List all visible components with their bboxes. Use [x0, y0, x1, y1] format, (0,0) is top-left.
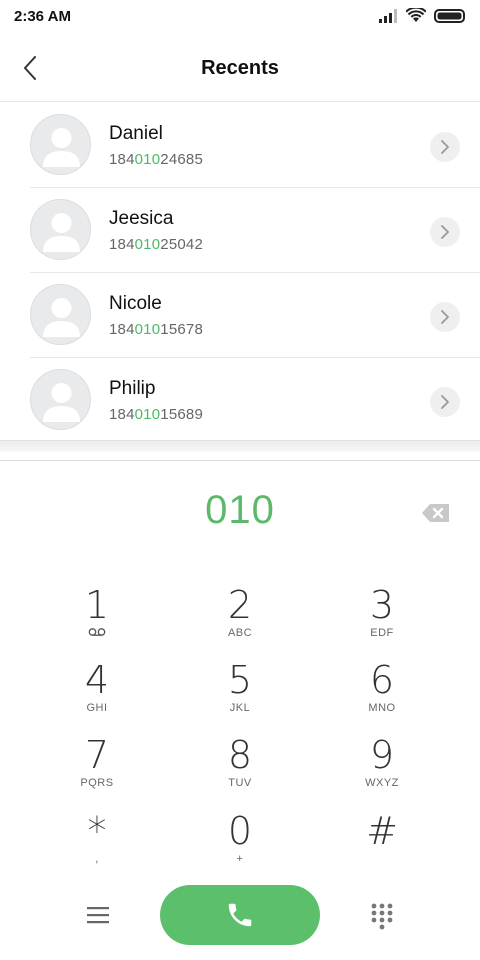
- dialpad-icon: [371, 903, 393, 930]
- phone-icon: [228, 903, 252, 927]
- backspace-icon: [422, 504, 449, 522]
- contact-list: Daniel 18401024685 Jeesica 18401025042 N…: [0, 103, 480, 443]
- number-prefix: 184: [109, 406, 135, 423]
- contact-detail-button[interactable]: [430, 217, 460, 247]
- status-time: 2:36 AM: [14, 8, 71, 25]
- list-item[interactable]: Nicole 18401015678: [30, 273, 480, 358]
- status-bar: 2:36 AM: [0, 0, 480, 34]
- key-digit: 1: [84, 583, 110, 627]
- person-icon: [43, 128, 80, 167]
- number-match: 010: [134, 321, 161, 338]
- signal-icon: [379, 8, 397, 23]
- contact-name: Jeesica: [109, 208, 174, 229]
- key-digit: 5: [227, 658, 253, 702]
- status-icons: [378, 8, 466, 23]
- key-letters: WXYZ: [365, 777, 399, 789]
- key-2[interactable]: 2 ABC: [180, 584, 300, 656]
- key-letters: GHI: [86, 702, 108, 714]
- battery-icon: [434, 8, 465, 23]
- key-digit: 4: [84, 658, 110, 702]
- key-letters: MNO: [368, 702, 396, 714]
- person-icon: [43, 383, 80, 422]
- key-letters: ,: [95, 853, 99, 865]
- chevron-right-icon: [441, 225, 449, 239]
- list-divider-shadow: [0, 440, 480, 452]
- dial-input-display[interactable]: 010: [0, 488, 480, 533]
- voicemail-icon: [88, 628, 106, 636]
- person-icon: [43, 298, 80, 337]
- number-prefix: 184: [109, 151, 135, 168]
- key-letters: [37, 627, 157, 641]
- key-letters: JKL: [229, 702, 251, 714]
- list-item[interactable]: Philip 18401015689: [30, 358, 480, 443]
- list-item[interactable]: Jeesica 18401025042: [30, 188, 480, 273]
- number-suffix: 15689: [160, 406, 203, 423]
- contact-number: 18401015678: [109, 321, 203, 338]
- backspace-button[interactable]: [420, 501, 452, 525]
- avatar: [30, 369, 91, 430]
- contact-number: 18401015689: [109, 406, 203, 423]
- key-letters: PQRS: [80, 777, 114, 789]
- call-button[interactable]: [160, 885, 320, 945]
- key-7[interactable]: 7 PQRS: [37, 734, 157, 806]
- key-letters: ABC: [227, 627, 253, 639]
- key-8[interactable]: 8 TUV: [180, 734, 300, 806]
- avatar: [30, 284, 91, 345]
- contact-detail-button[interactable]: [430, 132, 460, 162]
- number-prefix: 184: [109, 236, 135, 253]
- key-digit: *: [87, 809, 107, 853]
- contact-detail-button[interactable]: [430, 387, 460, 417]
- chevron-right-icon: [441, 140, 449, 154]
- key-digit: 6: [369, 658, 395, 702]
- key-digit: 9: [369, 733, 395, 777]
- key-9[interactable]: 9 WXYZ: [322, 734, 442, 806]
- number-suffix: 24685: [160, 151, 203, 168]
- menu-button[interactable]: [84, 904, 112, 926]
- key-digit: 2: [227, 583, 253, 627]
- avatar: [30, 199, 91, 260]
- key-digit: 7: [84, 733, 110, 777]
- number-match: 010: [134, 151, 161, 168]
- key-4[interactable]: 4 GHI: [37, 659, 157, 731]
- contact-detail-button[interactable]: [430, 302, 460, 332]
- key-letters: TUV: [228, 777, 252, 789]
- number-suffix: 25042: [160, 236, 203, 253]
- bottom-action-bar: [0, 880, 480, 950]
- key-letters: [322, 853, 442, 867]
- contact-number: 18401025042: [109, 236, 203, 253]
- list-item[interactable]: Daniel 18401024685: [30, 103, 480, 188]
- key-digit: #: [366, 809, 398, 853]
- contact-name: Nicole: [109, 293, 162, 314]
- key-hash[interactable]: #: [322, 810, 442, 882]
- key-letters: +: [236, 853, 244, 865]
- number-prefix: 184: [109, 321, 135, 338]
- avatar: [30, 114, 91, 175]
- key-6[interactable]: 6 MNO: [322, 659, 442, 731]
- contact-number: 18401024685: [109, 151, 203, 168]
- key-digit: 3: [369, 583, 395, 627]
- key-star[interactable]: * ,: [37, 810, 157, 882]
- contact-name: Philip: [109, 378, 156, 399]
- chevron-right-icon: [441, 395, 449, 409]
- divider: [0, 460, 480, 461]
- dialpad-toggle-button[interactable]: [369, 902, 395, 930]
- number-match: 010: [134, 406, 161, 423]
- number-match: 010: [134, 236, 161, 253]
- wifi-icon: [406, 8, 426, 22]
- key-3[interactable]: 3 EDF: [322, 584, 442, 656]
- key-digit: 8: [227, 733, 253, 777]
- number-suffix: 15678: [160, 321, 203, 338]
- page-title: Recents: [201, 57, 279, 79]
- key-1[interactable]: 1: [37, 584, 157, 656]
- person-icon: [43, 213, 80, 252]
- key-digit: 0: [227, 809, 253, 853]
- key-0[interactable]: 0 +: [180, 810, 300, 882]
- contact-name: Daniel: [109, 123, 163, 144]
- chevron-right-icon: [441, 310, 449, 324]
- key-5[interactable]: 5 JKL: [180, 659, 300, 731]
- key-letters: EDF: [370, 627, 394, 639]
- menu-icon: [87, 907, 109, 924]
- header: Recents: [0, 34, 480, 102]
